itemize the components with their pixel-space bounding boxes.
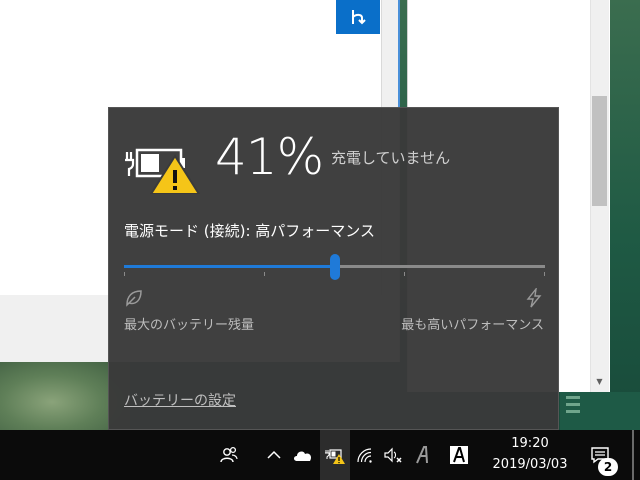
onedrive-icon: [294, 451, 312, 461]
power-mode-slider[interactable]: [124, 248, 545, 288]
slider-fill: [124, 265, 335, 268]
battery-warning-icon: [125, 148, 201, 194]
action-icon: [352, 10, 366, 25]
onedrive-button[interactable]: [289, 430, 317, 480]
power-mode-label: 電源モード (接続): 高パフォーマンス: [124, 222, 375, 240]
best-performance-label: 最も高いパフォーマンス: [401, 318, 544, 333]
battery-flyout: 41% 充電していません 電源モード (接続): 高パフォーマンス 最大のバッテ…: [108, 107, 559, 430]
battery-tray-button[interactable]: [320, 430, 350, 480]
max-battery-label: 最大のバッテリー残量: [124, 318, 255, 333]
volume-muted-icon: [384, 447, 402, 463]
network-button[interactable]: [352, 430, 378, 480]
clock-time: 19:20: [511, 436, 549, 451]
people-icon: [220, 446, 238, 463]
font-a-icon: [416, 446, 428, 464]
battery-settings-link[interactable]: バッテリーの設定: [124, 390, 236, 410]
ime-language-button[interactable]: [446, 430, 472, 480]
battery-warning-icon: [325, 449, 345, 464]
people-button[interactable]: [214, 430, 244, 480]
notification-count-badge: 2: [598, 458, 618, 476]
volume-button[interactable]: [380, 430, 406, 480]
scrollbar-thumb[interactable]: [592, 96, 607, 206]
charging-status: 充電していません: [331, 149, 451, 167]
font-a-icon: [450, 446, 468, 464]
leaf-icon: [126, 290, 142, 307]
wifi-icon: [357, 448, 372, 463]
show-desktop-button[interactable]: [632, 430, 634, 480]
window-action-button[interactable]: [336, 0, 380, 34]
ime-mode-button[interactable]: [410, 430, 436, 480]
window-accent-bar: [398, 0, 400, 108]
slider-thumb[interactable]: [330, 254, 340, 280]
taskbar: 19:20 2019/03/03: [0, 430, 640, 480]
scroll-down-arrow[interactable]: ▼: [592, 376, 607, 388]
bolt-icon: [526, 288, 542, 308]
show-hidden-icons-button[interactable]: [262, 430, 286, 480]
chevron-up-icon: [267, 450, 281, 459]
clock-date: 2019/03/03: [492, 457, 568, 472]
battery-percentage: 41%: [215, 128, 324, 186]
wallpaper-stripe: [560, 392, 640, 430]
taskbar-clock[interactable]: 19:20 2019/03/03: [480, 430, 580, 480]
